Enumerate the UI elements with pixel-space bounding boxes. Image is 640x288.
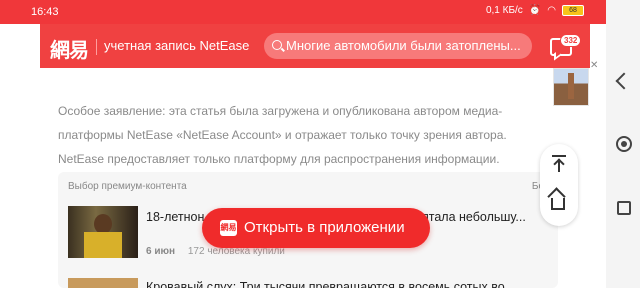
search-icon: [272, 40, 282, 50]
search-text: Многие автомобили были затоплены...: [286, 38, 521, 53]
home-icon[interactable]: [547, 187, 566, 210]
back-icon[interactable]: [615, 72, 633, 90]
status-right: 0,1 КБ/с ⏰ ◠ 68: [486, 5, 584, 16]
battery-icon: 68: [562, 5, 584, 16]
open-app-label: Открыть в приложении: [244, 219, 405, 236]
premium-title: Выбор премиум-контента: [68, 181, 187, 192]
status-bar: 16:43 0,1 КБ/с ⏰ ◠ 68: [0, 0, 640, 24]
floating-toolbar: [540, 144, 578, 226]
open-in-app-button[interactable]: 網易 Открыть в приложении: [202, 208, 430, 248]
item-date: 6 июн: [146, 246, 176, 257]
article-thumbnail[interactable]: [68, 206, 138, 258]
person-body: [84, 232, 122, 258]
close-icon[interactable]: ✕: [590, 60, 598, 71]
open-app-logo-icon: 網易: [220, 220, 237, 236]
article-disclaimer: Особое заявление: эта статья была загруж…: [58, 104, 507, 166]
netease-logo[interactable]: 網易: [50, 34, 89, 63]
comment-count-badge: 332: [560, 34, 582, 47]
back-to-top-icon[interactable]: [552, 155, 566, 173]
system-nav-bar: [606, 0, 640, 288]
account-label[interactable]: учетная запись NetEase: [104, 38, 249, 53]
network-speed: 0,1 КБ/с: [485, 5, 523, 16]
search-bar[interactable]: Многие автомобили были затоплены...: [264, 33, 532, 59]
header-divider: [96, 39, 97, 55]
recents-icon[interactable]: [617, 201, 631, 215]
alarm-icon: ⏰: [528, 5, 542, 16]
person-face: [94, 214, 112, 234]
home-nav-icon[interactable]: [616, 136, 632, 152]
ad-thumbnail[interactable]: [553, 68, 589, 106]
list-item-title-2[interactable]: Кровавый слух: Три тысячи превращаются в…: [146, 280, 556, 288]
wifi-icon: ◠: [547, 5, 556, 16]
tower-image: [568, 73, 574, 99]
app-header: 網易 учетная запись NetEase Многие автомоб…: [40, 24, 590, 68]
article-thumbnail-2[interactable]: [68, 278, 138, 288]
status-time: 16:43: [31, 6, 59, 18]
